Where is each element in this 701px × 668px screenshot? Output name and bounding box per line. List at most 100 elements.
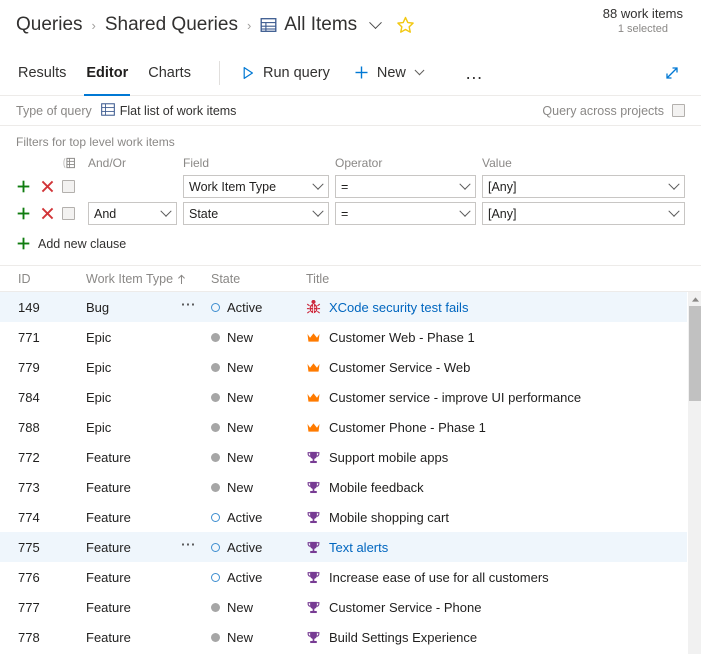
- filter-field-cell: Work Item Type: [183, 173, 335, 200]
- delete-clause-icon[interactable]: [40, 179, 55, 194]
- breadcrumb-item-queries[interactable]: Queries: [16, 12, 83, 38]
- run-query-button[interactable]: Run query: [233, 61, 338, 85]
- table-row[interactable]: 149 Bug ⋯ Active XCode security test fai…: [0, 292, 701, 322]
- column-header-work-item-type[interactable]: Work Item Type: [86, 272, 211, 286]
- operator-dropdown-value: =: [341, 206, 349, 221]
- filter-row-group-checkbox[interactable]: [62, 180, 75, 193]
- trophy-icon: [306, 570, 321, 585]
- scrollbar-thumb[interactable]: [689, 306, 701, 401]
- scroll-up-arrow-icon[interactable]: [688, 292, 701, 306]
- expand-diagonal-icon[interactable]: [661, 62, 683, 84]
- add-new-clause-button[interactable]: Add new clause: [16, 236, 126, 251]
- table-row[interactable]: 778 Feature New Build Settings Experienc…: [0, 622, 701, 652]
- table-row[interactable]: 772 Feature New Support mobile apps: [0, 442, 701, 472]
- cell-work-item-type-label: Epic: [86, 419, 112, 435]
- filter-editor: Filters for top level work items And/Or …: [0, 126, 701, 266]
- cell-title: Customer Service - Web: [306, 360, 701, 375]
- table-row[interactable]: 775 Feature ⋯ Active Text alerts: [0, 532, 701, 562]
- cell-state: Active: [211, 510, 306, 525]
- chevron-down-icon: [668, 205, 680, 217]
- operator-dropdown[interactable]: =: [335, 202, 476, 225]
- column-header-title[interactable]: Title: [306, 272, 701, 286]
- andor-dropdown[interactable]: And: [88, 202, 177, 225]
- cell-title-label[interactable]: Customer Phone - Phase 1: [329, 420, 486, 435]
- run-query-label: Run query: [262, 64, 330, 81]
- query-type-selector[interactable]: Flat list of work items: [100, 102, 237, 119]
- add-clause-icon[interactable]: [16, 206, 31, 221]
- cell-id: 776: [18, 569, 40, 585]
- row-context-menu-icon[interactable]: ⋯: [181, 537, 198, 552]
- filter-operator-cell: =: [335, 200, 482, 227]
- cell-title-label[interactable]: Text alerts: [329, 540, 388, 555]
- cell-state: New: [211, 390, 306, 405]
- cell-id: 779: [18, 359, 40, 375]
- chevron-down-icon[interactable]: [369, 15, 383, 29]
- table-row[interactable]: 779 Epic New Customer Service - Web: [0, 352, 701, 382]
- cell-title-label[interactable]: Mobile shopping cart: [329, 510, 449, 525]
- vertical-scrollbar[interactable]: [687, 292, 701, 654]
- cell-title-label[interactable]: Customer Service - Phone: [329, 600, 481, 615]
- table-row[interactable]: 773 Feature New Mobile feedback: [0, 472, 701, 502]
- group-clauses-icon[interactable]: [62, 157, 88, 169]
- more-commands-button[interactable]: …: [455, 64, 495, 82]
- query-type-value: Flat list of work items: [119, 103, 237, 118]
- cell-work-item-type: Feature: [86, 450, 211, 465]
- field-dropdown[interactable]: State: [183, 202, 329, 225]
- cell-state-label: New: [227, 479, 254, 495]
- value-dropdown[interactable]: [Any]: [482, 175, 685, 198]
- cell-state: Active: [211, 570, 306, 585]
- column-header-state[interactable]: State: [211, 272, 306, 286]
- breadcrumb-item-all-items[interactable]: All Items: [260, 12, 383, 38]
- cell-title-label[interactable]: Increase ease of use for all customers: [329, 570, 549, 585]
- table-row[interactable]: 776 Feature Active Increase ease of use …: [0, 562, 701, 592]
- cell-title-label[interactable]: Customer Service - Web: [329, 360, 470, 375]
- operator-dropdown-value: =: [341, 179, 349, 194]
- cell-work-item-type: Feature: [86, 630, 211, 645]
- field-dropdown[interactable]: Work Item Type: [183, 175, 329, 198]
- chevron-down-icon[interactable]: [414, 65, 425, 76]
- filter-row-group-checkbox[interactable]: [62, 207, 75, 220]
- cell-title-label[interactable]: XCode security test fails: [329, 300, 468, 315]
- delete-clause-icon[interactable]: [40, 206, 55, 221]
- tab-editor[interactable]: Editor: [76, 50, 138, 96]
- cell-state: New: [211, 330, 306, 345]
- state-indicator-icon: [211, 362, 220, 372]
- cell-title-label[interactable]: Customer service - improve UI performanc…: [329, 390, 581, 405]
- cell-state: New: [211, 360, 306, 375]
- operator-dropdown[interactable]: =: [335, 175, 476, 198]
- breadcrumb-current-label: All Items: [284, 14, 358, 35]
- cell-state: Active: [211, 540, 306, 555]
- breadcrumb-item-shared-queries[interactable]: Shared Queries: [105, 12, 238, 38]
- trophy-icon: [306, 450, 321, 465]
- cell-title-label[interactable]: Support mobile apps: [329, 450, 448, 465]
- value-dropdown[interactable]: [Any]: [482, 202, 685, 225]
- column-header-id[interactable]: ID: [18, 272, 86, 286]
- table-row[interactable]: 774 Feature Active Mobile shopping cart: [0, 502, 701, 532]
- state-indicator-icon: [211, 482, 220, 492]
- table-row[interactable]: 784 Epic New Customer service - improve …: [0, 382, 701, 412]
- breadcrumb-separator: ›: [246, 17, 252, 33]
- cell-id: 149: [18, 299, 40, 315]
- row-context-menu-icon[interactable]: ⋯: [181, 297, 198, 312]
- cell-title-label[interactable]: Customer Web - Phase 1: [329, 330, 475, 345]
- table-row[interactable]: 771 Epic New Customer Web - Phase 1: [0, 322, 701, 352]
- filter-row-group-checkbox-cell: [62, 200, 88, 227]
- page-header: Queries › Shared Queries › All Items 88 …: [0, 0, 701, 50]
- tab-results[interactable]: Results: [16, 50, 76, 95]
- cell-title: Customer Phone - Phase 1: [306, 420, 701, 435]
- cell-title: XCode security test fails: [306, 299, 701, 315]
- star-outline-icon[interactable]: [394, 14, 416, 36]
- cell-title-label[interactable]: Mobile feedback: [329, 480, 424, 495]
- cell-title-label[interactable]: Build Settings Experience: [329, 630, 477, 645]
- tab-charts[interactable]: Charts: [138, 50, 201, 95]
- plus-icon: [354, 65, 369, 80]
- command-bar: Results Editor Charts Run query New …: [0, 50, 701, 96]
- query-across-projects-checkbox[interactable]: [672, 104, 685, 117]
- state-indicator-icon: [211, 452, 220, 462]
- filter-header-row: And/Or Field Operator Value: [16, 156, 685, 173]
- state-indicator-icon: [211, 512, 220, 522]
- table-row[interactable]: 777 Feature New Customer Service - Phone: [0, 592, 701, 622]
- new-work-item-button[interactable]: New: [346, 61, 431, 85]
- table-row[interactable]: 788 Epic New Customer Phone - Phase 1: [0, 412, 701, 442]
- add-clause-icon[interactable]: [16, 179, 31, 194]
